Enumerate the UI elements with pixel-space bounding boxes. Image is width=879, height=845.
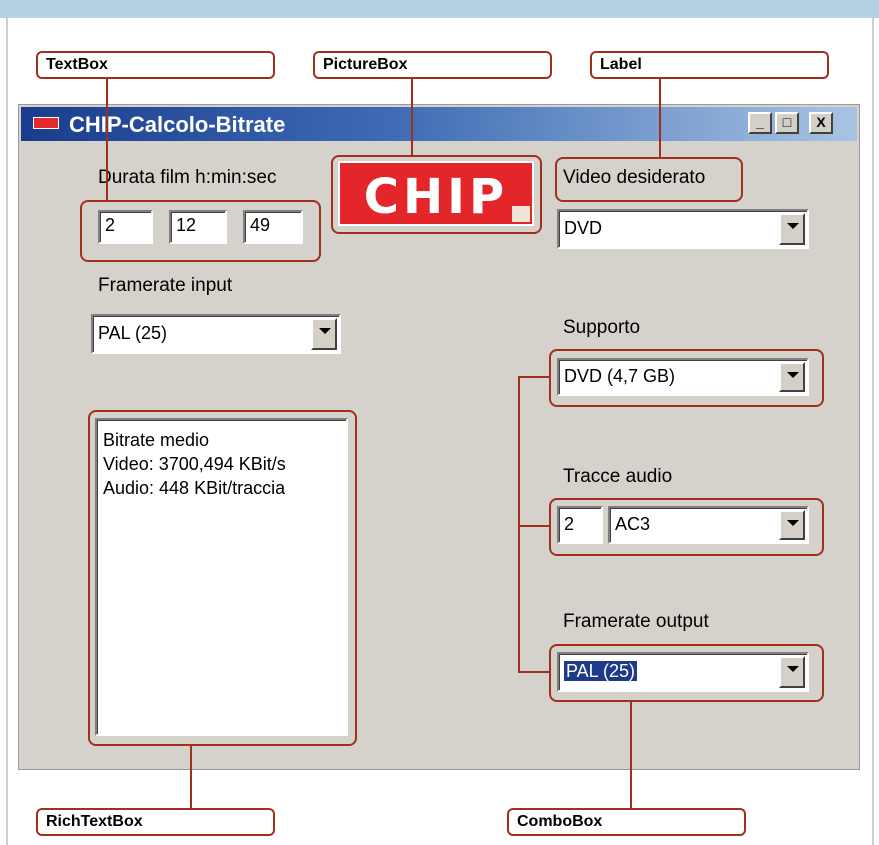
app-logo-icon [33, 117, 59, 129]
combobox-bracket-arm-1 [518, 376, 549, 378]
combobox-tag: ComboBox [507, 808, 746, 836]
page-header-band [0, 0, 879, 18]
combobox-bracket-arm-2 [518, 525, 549, 527]
combobox-connector [630, 702, 632, 808]
supporto-label: Supporto [563, 317, 641, 338]
audio-tracks-label: Tracce audio [563, 466, 673, 487]
video-value: DVD [564, 218, 603, 238]
textbox-callout-outline [80, 200, 321, 262]
video-combobox[interactable]: DVD [557, 209, 809, 249]
title-bar[interactable]: CHIP-Calcolo-Bitrate _ □ X [21, 107, 857, 141]
richtextbox-connector [190, 746, 192, 808]
framerate-input-label: Framerate input [98, 275, 233, 296]
textbox-connector [106, 79, 108, 200]
framerate-output-label: Framerate output [563, 611, 709, 632]
textbox-tag: TextBox [36, 51, 275, 79]
richtextbox-callout-outline [88, 410, 357, 746]
combobox-callout-outline-1 [549, 349, 824, 407]
page-left-rule [6, 18, 8, 845]
label-connector [659, 79, 661, 157]
combobox-bracket-arm-3 [518, 671, 549, 673]
duration-label: Durata film h:min:sec [98, 167, 277, 188]
picturebox-callout-outline [331, 155, 542, 234]
page-right-rule [872, 18, 874, 845]
label-callout-outline [555, 157, 743, 202]
framerate-input-combobox[interactable]: PAL (25) [91, 314, 341, 354]
picturebox-tag: PictureBox [313, 51, 552, 79]
close-button[interactable]: X [809, 112, 833, 134]
combobox-callout-outline-2 [549, 498, 824, 556]
minimize-button[interactable]: _ [748, 112, 772, 134]
chevron-down-icon[interactable] [311, 318, 337, 350]
combobox-callout-outline-3 [549, 644, 824, 702]
framerate-input-value: PAL (25) [98, 323, 168, 343]
picturebox-connector [411, 79, 413, 155]
label-tag: Label [590, 51, 829, 79]
window-title: CHIP-Calcolo-Bitrate [69, 112, 286, 137]
chevron-down-icon[interactable] [779, 213, 805, 245]
maximize-button[interactable]: □ [775, 112, 799, 134]
richtextbox-tag: RichTextBox [36, 808, 275, 836]
